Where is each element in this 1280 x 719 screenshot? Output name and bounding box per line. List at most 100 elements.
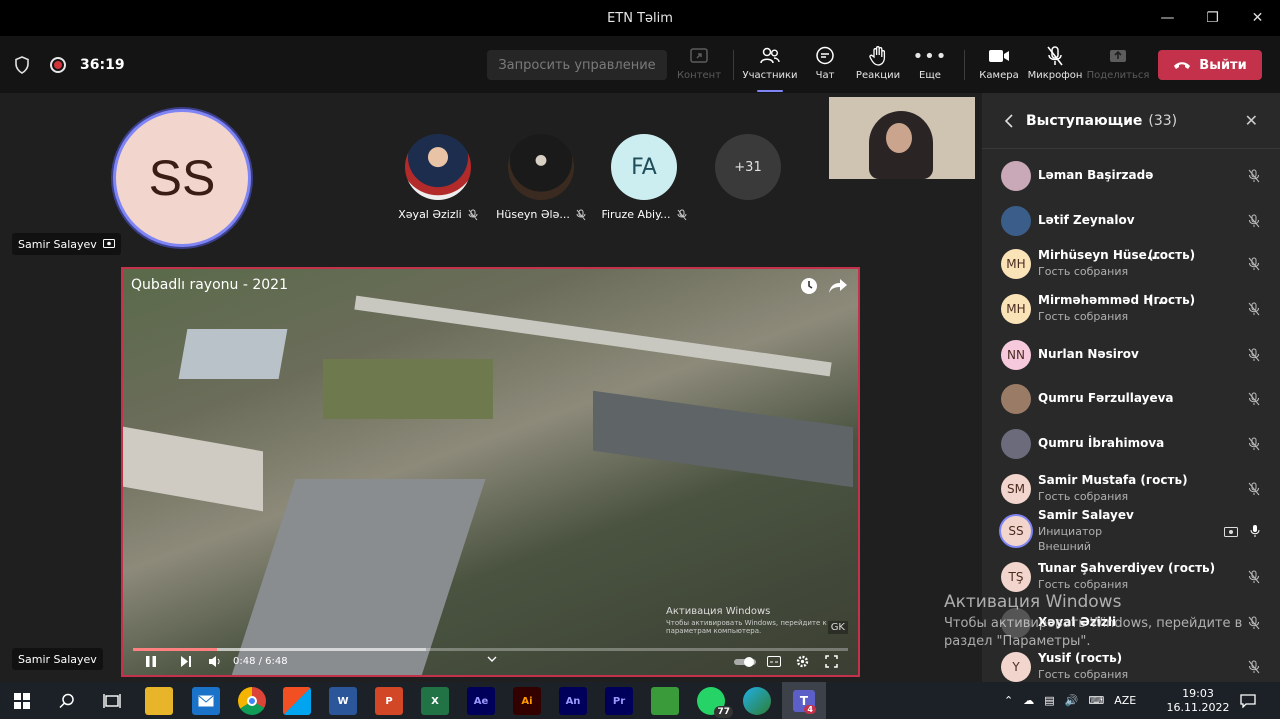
- participant-row[interactable]: SM Samir Mustafa (гость) Гость собрания: [982, 467, 1280, 511]
- participant-tile[interactable]: Xəyal Əzizli: [393, 134, 483, 221]
- participant-name: Qumru İbrahimova: [1038, 436, 1165, 450]
- participant-row[interactable]: SS Samir Salayev Инициатор Внешний: [982, 508, 1280, 553]
- bottom-name: Samir Salayev: [18, 652, 97, 666]
- participant-tile[interactable]: Hüseyn Ələ...: [496, 134, 586, 221]
- camera-icon: [988, 44, 1010, 68]
- notifications-icon[interactable]: [1240, 682, 1256, 719]
- participant-name: Tunar Şahverdiyev (гость): [1038, 561, 1216, 575]
- minimize-button[interactable]: —: [1145, 0, 1190, 36]
- participant-name: Hüseyn Ələ...: [496, 208, 570, 221]
- request-control-button[interactable]: Запросить управление: [487, 50, 667, 80]
- clock[interactable]: 19:03 16.11.2022: [1167, 682, 1230, 719]
- avatar: [1001, 384, 1031, 414]
- participant-tile[interactable]: FA Firuze Abiy...: [599, 134, 689, 221]
- participant-row[interactable]: MH Mirməhəmməd H... (гость) Гость собрания: [982, 287, 1280, 331]
- system-tray: ⌃ ☁ ▤ 🔊 ⌨ AZE: [1004, 682, 1136, 719]
- excel-icon[interactable]: X: [421, 687, 449, 715]
- mic-off-icon: [1248, 659, 1260, 678]
- powerpoint-icon[interactable]: P: [375, 687, 403, 715]
- premiere-icon[interactable]: Pr: [605, 687, 633, 715]
- clock-icon[interactable]: [800, 277, 818, 295]
- more-label: Еще: [919, 70, 941, 81]
- more-button[interactable]: ••• Еще: [898, 44, 962, 88]
- guest-tag: (гость): [1148, 293, 1196, 307]
- volume-icon[interactable]: [208, 655, 222, 671]
- content-button[interactable]: Контент: [667, 44, 731, 88]
- whatsapp-icon[interactable]: 77: [697, 687, 733, 718]
- video-controls: 0:48 / 6:48: [123, 649, 858, 675]
- back-chevron-icon[interactable]: [1004, 113, 1014, 128]
- chevron-up-icon[interactable]: ⌃: [1004, 694, 1013, 707]
- task-view-icon[interactable]: [98, 687, 126, 715]
- participant-role: Гость собрания: [1038, 578, 1129, 591]
- mic-label: Микрофон: [1027, 70, 1083, 81]
- participant-row[interactable]: Lətif Zeynalov: [982, 199, 1280, 243]
- after-effects-icon[interactable]: Ae: [467, 687, 495, 715]
- participant-row[interactable]: MH Mirhüseyn Hüse... (гость) Гость собрания: [982, 242, 1280, 286]
- bottom-name-tag: Samir Salayev: [12, 648, 103, 670]
- panel-header: Выступающие (33) ✕: [982, 93, 1280, 149]
- keyboard-icon[interactable]: ⌨: [1088, 694, 1104, 707]
- search-icon[interactable]: [53, 687, 81, 715]
- mic-off-icon: [1248, 615, 1260, 634]
- illustrator-icon[interactable]: Ai: [513, 687, 541, 715]
- 3d-cube-icon[interactable]: [651, 687, 679, 715]
- mic-button[interactable]: Микрофон: [1023, 44, 1087, 88]
- share-arrow-icon[interactable]: [828, 277, 848, 295]
- restore-button[interactable]: ❐: [1190, 0, 1235, 36]
- store-icon[interactable]: [283, 687, 311, 715]
- volume-tray-icon[interactable]: 🔊: [1065, 694, 1079, 707]
- share-screen-icon: [689, 44, 709, 68]
- network-icon[interactable]: ▤: [1044, 694, 1054, 707]
- edge-icon[interactable]: [743, 687, 771, 715]
- leave-label: Выйти: [1199, 57, 1247, 73]
- participant-row[interactable]: Qumru Fərzullayeva: [982, 377, 1280, 421]
- windows-start-icon[interactable]: [8, 687, 36, 715]
- settings-gear-icon[interactable]: [796, 655, 809, 671]
- cloud-icon[interactable]: ☁: [1023, 694, 1034, 707]
- close-window-button[interactable]: ✕: [1235, 0, 1280, 36]
- avatar: MH: [1001, 294, 1031, 324]
- teams-taskbar-button[interactable]: T 4: [782, 682, 826, 719]
- activation-title: Активация Windows: [944, 592, 1122, 612]
- window-title: ETN Təlim: [607, 10, 673, 26]
- meeting-timer: 36:19: [80, 56, 125, 73]
- participant-row[interactable]: Qumru İbrahimova: [982, 422, 1280, 466]
- participant-row[interactable]: NN Nurlan Nəsirov: [982, 333, 1280, 377]
- word-icon[interactable]: W: [329, 687, 357, 715]
- participant-role: Гость собрания: [1038, 668, 1129, 681]
- mic-off-icon: [1046, 44, 1064, 68]
- avatar: FA: [611, 134, 677, 200]
- shared-video[interactable]: Qubadlı rayonu - 2021 Активация Windows …: [121, 267, 860, 677]
- pause-icon[interactable]: [145, 655, 157, 671]
- next-icon[interactable]: [180, 655, 192, 671]
- autoplay-toggle[interactable]: [733, 656, 757, 671]
- chat-icon: [815, 44, 835, 68]
- close-icon[interactable]: ✕: [1245, 111, 1258, 130]
- animate-icon[interactable]: An: [559, 687, 587, 715]
- taskbar: W P X Ae Ai An Pr 77 T 4 ⌃ ☁ ▤ 🔊 ⌨ AZE 1…: [0, 682, 1280, 719]
- mic-off-icon: [1248, 436, 1260, 455]
- participant-row[interactable]: Ləman Başirzadə: [982, 154, 1280, 198]
- captions-icon[interactable]: [767, 656, 781, 670]
- video-title: Qubadlı rayonu - 2021: [131, 277, 288, 293]
- presenter-name: Samir Salayev: [18, 237, 97, 251]
- clock-date: 16.11.2022: [1166, 701, 1230, 714]
- chevron-down-icon[interactable]: [487, 654, 497, 667]
- chrome-icon[interactable]: [238, 687, 266, 715]
- video-watermark-title: Активация Windows: [666, 606, 771, 617]
- share-button[interactable]: Поделиться: [1086, 44, 1150, 88]
- mic-off-icon: [1248, 213, 1260, 232]
- raise-hand-icon: [868, 44, 888, 68]
- shield-icon: [15, 55, 29, 74]
- participant-name: Yusif (гость): [1038, 651, 1123, 665]
- more-participants-tile[interactable]: +31: [703, 134, 793, 200]
- camera-button[interactable]: Камера: [967, 44, 1031, 88]
- leave-button[interactable]: Выйти: [1158, 50, 1262, 80]
- language-indicator[interactable]: AZE: [1114, 694, 1136, 707]
- whatsapp-badge: 77: [714, 706, 733, 718]
- fullscreen-icon[interactable]: [825, 655, 838, 671]
- camera-label: Камера: [979, 70, 1019, 81]
- mail-icon[interactable]: [192, 687, 220, 715]
- file-explorer-icon[interactable]: [145, 687, 173, 715]
